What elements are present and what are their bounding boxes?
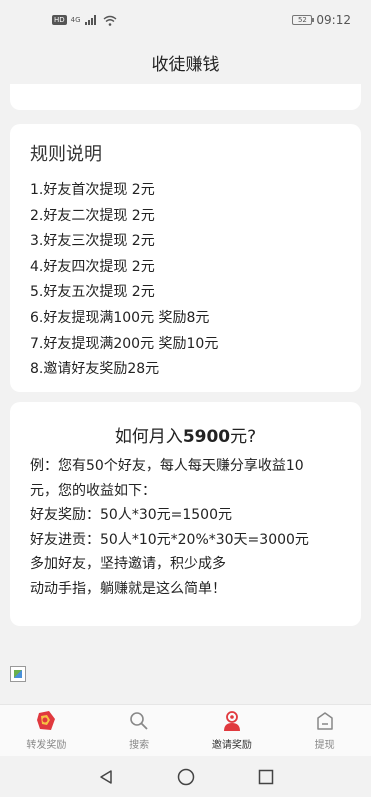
tab-invite-reward[interactable]: 邀请奖励 — [186, 705, 279, 756]
rule-item: 4.好友四次提现 2元 — [30, 258, 155, 275]
status-left: HD 4G — [52, 15, 117, 26]
earn-title-prefix: 如何月入 — [114, 427, 183, 447]
page-header: 收徒赚钱 — [0, 40, 371, 84]
broken-image-icon — [10, 666, 26, 682]
earn-title-amount: 5900 — [182, 427, 231, 447]
status-bar: HD 4G 52 09:12 — [0, 0, 371, 40]
status-right: 52 09:12 — [292, 13, 351, 27]
invite-user-icon — [221, 710, 243, 732]
tab-label: 提现 — [314, 740, 335, 751]
wallet-icon — [314, 710, 336, 732]
rule-item: 3.好友三次提现 2元 — [30, 233, 155, 250]
wifi-icon — [103, 15, 116, 26]
earn-title: 如何月入5900元? — [30, 422, 341, 452]
home-circle-icon[interactable] — [176, 767, 196, 787]
tab-label: 转发奖励 — [26, 740, 67, 751]
rule-item: 2.好友二次提现 2元 — [30, 207, 155, 224]
earn-line: 好友进贡：50人*10元*20%*30天=3000元 — [30, 531, 309, 548]
rule-item: 7.好友提现满200元 奖励10元 — [30, 335, 219, 352]
previous-card-bottom — [10, 84, 361, 110]
system-nav-bar — [0, 756, 371, 797]
rules-card: 规则说明 1.好友首次提现 2元 2.好友二次提现 2元 3.好友三次提现 2元… — [10, 124, 361, 392]
bottom-tab-bar: 转发奖励 搜索 邀请奖励 提现 — [0, 704, 371, 756]
back-triangle-icon[interactable] — [96, 767, 116, 787]
tab-label: 邀请奖励 — [211, 740, 252, 751]
hd-badge: HD — [52, 15, 67, 25]
signal-icon — [84, 15, 96, 25]
rule-item: 5.好友五次提现 2元 — [30, 284, 155, 301]
recent-apps-square-icon[interactable] — [256, 767, 276, 787]
page-title: 收徒赚钱 — [151, 54, 220, 75]
search-icon — [128, 710, 150, 732]
earn-line: 动动手指，躺赚就是这么简单！ — [30, 580, 226, 597]
earn-line: 元，您的收益如下： — [30, 482, 156, 499]
earn-line: 好友奖励：50人*30元=1500元 — [30, 507, 232, 523]
rule-item: 6.好友提现满100元 奖励8元 — [30, 309, 210, 326]
earn-line: 例：您有50个好友，每人每天赚分享收益10 — [30, 458, 304, 474]
rule-item: 8.邀请好友奖励28元 — [30, 361, 160, 378]
battery-icon: 52 — [292, 15, 315, 25]
tab-forward-reward[interactable]: 转发奖励 — [0, 705, 93, 756]
red-envelope-icon — [35, 710, 57, 732]
tab-search[interactable]: 搜索 — [93, 705, 186, 756]
rules-title: 规则说明 — [30, 144, 102, 165]
tab-withdraw[interactable]: 提现 — [278, 705, 371, 756]
rule-item: 1.好友首次提现 2元 — [30, 182, 155, 198]
earn-line: 多加好友，坚持邀请，积少成多 — [30, 556, 226, 572]
earn-card: 如何月入5900元? 例：您有50个好友，每人每天赚分享收益10 元，您的收益如… — [10, 402, 361, 626]
status-time: 09:12 — [316, 13, 351, 27]
tab-label: 搜索 — [129, 740, 150, 751]
earn-title-suffix: 元? — [230, 427, 257, 447]
network-label: 4G — [70, 16, 81, 24]
